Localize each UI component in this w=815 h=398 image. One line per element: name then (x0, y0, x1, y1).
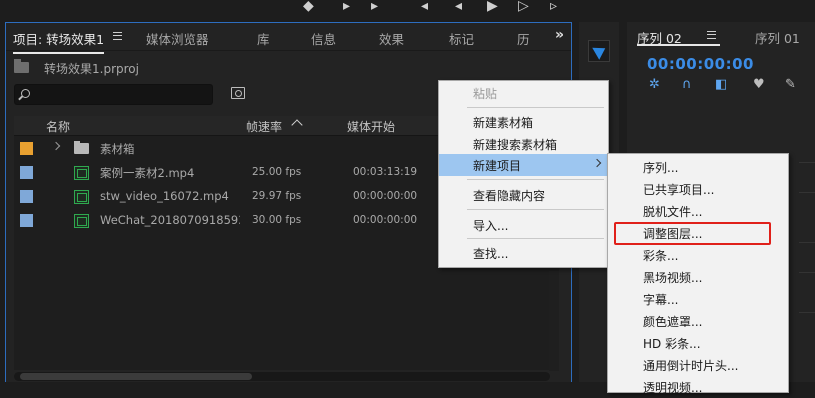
submenu-item-color-matte[interactable]: 颜色遮罩... (608, 310, 788, 332)
search-input[interactable] (14, 84, 213, 105)
submenu-item-captions[interactable]: 字幕... (608, 288, 788, 310)
tab-info[interactable]: 信息 (311, 29, 336, 48)
item-fps: 29.97 fps (252, 190, 302, 202)
track-row (799, 312, 815, 332)
submenu-item-shared-project[interactable]: 已共享项目... (608, 178, 788, 200)
sequence-icon (74, 190, 89, 204)
step-back-icon[interactable]: ◂ (455, 0, 462, 14)
item-name: 素材箱 (100, 142, 135, 156)
column-name-header[interactable]: 名称 (46, 118, 70, 135)
new-item-submenu: 序列... 已共享项目... 脱机文件... 调整图层... 彩条... 黑场视… (607, 153, 789, 395)
play-icon[interactable]: ▶ (487, 0, 498, 14)
track-row (799, 272, 815, 292)
menu-separator (467, 238, 604, 239)
folder-icon (14, 59, 29, 73)
panel-tab-bar: 项目: 转场效果1 媒体浏览器 库 信息 效果 标记 历 » (6, 23, 571, 54)
context-menu: 粘贴 新建素材箱 新建搜索素材箱 新建项目 查看隐藏内容 导入... 查找... (438, 80, 609, 268)
item-name: WeChat_20180709185932.mp4 (100, 213, 240, 227)
submenu-item-hd-bars[interactable]: HD 彩条... (608, 332, 788, 354)
column-media-start-header[interactable]: 媒体开始 (347, 118, 395, 135)
menu-item-paste[interactable]: 粘贴 (439, 82, 608, 104)
column-fps-header[interactable]: 帧速率 (246, 118, 282, 135)
item-fps: 25.00 fps (252, 166, 302, 178)
panel-menu-icon[interactable] (113, 32, 122, 40)
mark-out-icon[interactable]: ▸ (371, 0, 378, 14)
item-name: 案例一素材2.mp4 (100, 166, 195, 180)
bin-icon (74, 141, 89, 154)
selection-tool-icon[interactable] (588, 40, 610, 62)
step-forward-icon[interactable]: ▷ (518, 0, 529, 14)
marker-icon[interactable]: ♥ (753, 77, 765, 92)
project-filename: 转场效果1.prproj (44, 62, 139, 76)
horizontal-scrollbar[interactable] (14, 372, 550, 381)
submenu-item-black-video[interactable]: 黑场视频... (608, 266, 788, 288)
item-name: stw_video_16072.mp4 (100, 189, 229, 203)
search-icon (21, 89, 30, 98)
submenu-item-offline-file[interactable]: 脱机文件... (608, 200, 788, 222)
tab-project[interactable]: 项目: 转场效果1 (13, 29, 105, 54)
panel-menu-icon[interactable] (707, 31, 716, 39)
tab-libraries[interactable]: 库 (257, 29, 270, 48)
item-media-start: 00:00:00:00 (353, 190, 418, 202)
tab-markers[interactable]: 标记 (449, 29, 474, 48)
menu-item-new-item[interactable]: 新建项目 (439, 154, 608, 176)
track-row (799, 162, 815, 182)
active-tab-underline (637, 44, 720, 46)
label-color-swatch[interactable] (20, 214, 33, 227)
scrollbar-thumb[interactable] (20, 373, 252, 380)
playhead-timecode[interactable]: 00:00:00:00 (647, 55, 754, 73)
tab-media-browser[interactable]: 媒体浏览器 (146, 29, 209, 48)
sort-ascending-icon[interactable] (291, 119, 303, 131)
submenu-item-sequence[interactable]: 序列... (608, 156, 788, 178)
sequence-icon (74, 166, 89, 180)
submenu-item-transparent-video[interactable]: 透明视频... (608, 376, 788, 398)
menu-item-new-bin[interactable]: 新建素材箱 (439, 111, 608, 133)
tab-sequence-01[interactable]: 序列 01 (755, 28, 800, 47)
tab-overflow-icon[interactable]: » (555, 27, 564, 43)
expand-chevron-icon[interactable] (51, 141, 61, 151)
menu-item-new-search-bin[interactable]: 新建搜索素材箱 (439, 133, 608, 155)
item-fps: 30.00 fps (252, 214, 302, 226)
sequence-icon (74, 214, 89, 228)
add-marker-icon[interactable]: ◧ (715, 77, 727, 92)
menu-item-import[interactable]: 导入... (439, 214, 608, 236)
menu-item-find[interactable]: 查找... (439, 242, 608, 264)
label-color-swatch[interactable] (20, 190, 33, 203)
menu-item-view-hidden[interactable]: 查看隐藏内容 (439, 184, 608, 206)
menu-separator (467, 107, 604, 108)
snap-icon[interactable]: ✲ (649, 77, 660, 92)
label-color-swatch[interactable] (20, 142, 33, 155)
mark-in-icon[interactable]: ▸ (343, 0, 350, 14)
top-transport-bar: ◆ ▸ ▸ ◂ ◂ ▶ ▷ ▹ (0, 0, 815, 22)
wrench-icon[interactable]: ✎ (785, 77, 796, 92)
track-row (799, 192, 815, 212)
menu-separator (467, 209, 604, 210)
item-media-start: 00:00:00:00 (353, 214, 418, 226)
label-color-swatch[interactable] (20, 166, 33, 179)
submenu-item-countdown-leader[interactable]: 通用倒计时片头... (608, 354, 788, 376)
item-media-start: 00:03:13:19 (353, 166, 418, 178)
annotation-highlight-box (614, 222, 771, 245)
tab-effects[interactable]: 效果 (379, 29, 404, 48)
track-row (799, 242, 815, 262)
go-to-in-icon[interactable]: ◂ (421, 0, 428, 14)
find-bin-icon[interactable] (231, 87, 245, 99)
menu-separator (467, 179, 604, 180)
marker-icon[interactable]: ◆ (303, 0, 314, 14)
submenu-item-bars-tone[interactable]: 彩条... (608, 244, 788, 266)
tab-history[interactable]: 历 (517, 29, 530, 48)
go-to-out-icon[interactable]: ▹ (550, 0, 557, 14)
linked-selection-icon[interactable]: ∩ (682, 77, 692, 92)
submenu-arrow-icon (592, 158, 602, 168)
